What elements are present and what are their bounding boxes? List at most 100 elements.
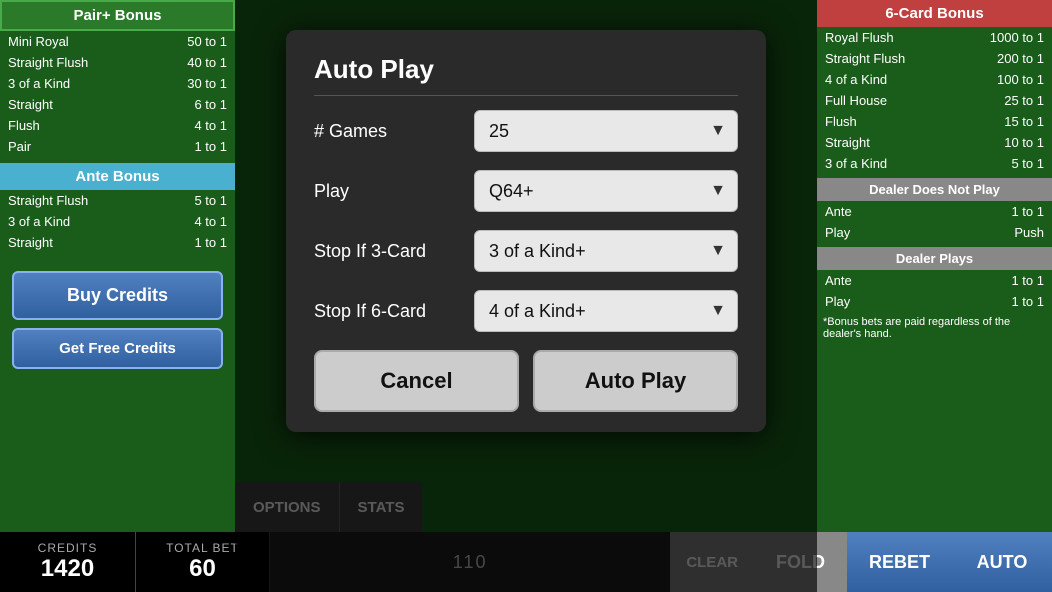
list-item: 3 of a Kind 5 to 1 bbox=[817, 153, 1052, 174]
list-item: Flush 4 to 1 bbox=[0, 115, 235, 136]
rebet-button[interactable]: REBET bbox=[847, 532, 952, 592]
list-item: Pair 1 to 1 bbox=[0, 136, 235, 157]
dealer-not-play-table: Ante 1 to 1 Play Push bbox=[817, 201, 1052, 243]
pair-bonus-table: Mini Royal 50 to 1 Straight Flush 40 to … bbox=[0, 31, 235, 157]
list-item: Straight 1 to 1 bbox=[0, 232, 235, 253]
payout-label: 200 to 1 bbox=[953, 48, 1052, 69]
play-select-wrapper: Q64+ Always Never ▼ bbox=[474, 170, 738, 212]
stop3-select[interactable]: Never Pair+ 3 of a Kind+ Straight+ bbox=[474, 230, 738, 272]
hand-label: Flush bbox=[817, 111, 953, 132]
play-select[interactable]: Q64+ Always Never bbox=[474, 170, 738, 212]
credits-display: CREDITS 1420 bbox=[0, 532, 136, 592]
hand-label: 3 of a Kind bbox=[0, 73, 149, 94]
list-item: Royal Flush 1000 to 1 bbox=[817, 27, 1052, 48]
six-card-bonus-table: Royal Flush 1000 to 1 Straight Flush 200… bbox=[817, 27, 1052, 174]
payout-label: Push bbox=[927, 222, 1052, 243]
stop3-label: Stop If 3-Card bbox=[314, 241, 474, 262]
right-panel: 6-Card Bonus Royal Flush 1000 to 1 Strai… bbox=[817, 0, 1052, 592]
hand-label: Royal Flush bbox=[817, 27, 953, 48]
autoplay-modal: Auto Play # Games 5 25 10 50 100 Infinit… bbox=[286, 30, 766, 432]
hand-label: 3 of a Kind bbox=[817, 153, 953, 174]
games-label: # Games bbox=[314, 121, 474, 142]
hand-label: Straight bbox=[0, 94, 149, 115]
payout-label: 100 to 1 bbox=[953, 69, 1052, 90]
hand-label: 3 of a Kind bbox=[0, 211, 156, 232]
autoplay-confirm-button[interactable]: Auto Play bbox=[533, 350, 738, 412]
hand-label: Full House bbox=[817, 90, 953, 111]
total-bet-label: TOTAL BET bbox=[166, 541, 239, 555]
list-item: Mini Royal 50 to 1 bbox=[0, 31, 235, 52]
ante-bonus-table: Straight Flush 5 to 1 3 of a Kind 4 to 1… bbox=[0, 190, 235, 253]
hand-label: Play bbox=[817, 222, 927, 243]
stop3-select-wrapper: Never Pair+ 3 of a Kind+ Straight+ ▼ bbox=[474, 230, 738, 272]
stop6-select[interactable]: Never 3 of a Kind+ 4 of a Kind+ Flush+ bbox=[474, 290, 738, 332]
hand-label: Ante bbox=[817, 270, 927, 291]
buy-credits-button[interactable]: Buy Credits bbox=[12, 271, 223, 320]
list-item: Straight Flush 40 to 1 bbox=[0, 52, 235, 73]
games-select-wrapper: 5 25 10 50 100 Infinite ▼ bbox=[474, 110, 738, 152]
hand-label: Mini Royal bbox=[0, 31, 149, 52]
payout-label: 1000 to 1 bbox=[953, 27, 1052, 48]
payout-label: 6 to 1 bbox=[149, 94, 235, 115]
list-item: Straight 6 to 1 bbox=[0, 94, 235, 115]
credits-label: CREDITS bbox=[38, 541, 98, 555]
list-item: Ante 1 to 1 bbox=[817, 270, 1052, 291]
games-row: # Games 5 25 10 50 100 Infinite ▼ bbox=[314, 110, 738, 152]
six-card-bonus-header: 6-Card Bonus bbox=[817, 0, 1052, 27]
hand-label: Straight Flush bbox=[0, 52, 149, 73]
games-select[interactable]: 5 25 10 50 100 Infinite bbox=[474, 110, 738, 152]
payout-label: 4 to 1 bbox=[149, 115, 235, 136]
payout-label: 5 to 1 bbox=[953, 153, 1052, 174]
payout-label: 50 to 1 bbox=[149, 31, 235, 52]
list-item: 3 of a Kind 4 to 1 bbox=[0, 211, 235, 232]
credits-value: 1420 bbox=[41, 555, 94, 583]
stop3-row: Stop If 3-Card Never Pair+ 3 of a Kind+ … bbox=[314, 230, 738, 272]
modal-title: Auto Play bbox=[314, 54, 738, 96]
list-item: Play 1 to 1 bbox=[817, 291, 1052, 312]
hand-label: Pair bbox=[0, 136, 149, 157]
hand-label: Ante bbox=[817, 201, 927, 222]
payout-label: 1 to 1 bbox=[156, 232, 235, 253]
hand-label: Flush bbox=[0, 115, 149, 136]
payout-label: 10 to 1 bbox=[953, 132, 1052, 153]
dealer-note: *Bonus bets are paid regardless of the d… bbox=[817, 312, 1052, 344]
hand-label: 4 of a Kind bbox=[817, 69, 953, 90]
payout-label: 1 to 1 bbox=[927, 201, 1052, 222]
list-item: 3 of a Kind 30 to 1 bbox=[0, 73, 235, 94]
dealer-plays-header: Dealer Plays bbox=[817, 247, 1052, 270]
payout-label: 25 to 1 bbox=[953, 90, 1052, 111]
payout-label: 15 to 1 bbox=[953, 111, 1052, 132]
left-panel: Pair+ Bonus Mini Royal 50 to 1 Straight … bbox=[0, 0, 235, 592]
list-item: Straight Flush 5 to 1 bbox=[0, 190, 235, 211]
payout-label: 5 to 1 bbox=[156, 190, 235, 211]
hand-label: Straight Flush bbox=[817, 48, 953, 69]
stop6-label: Stop If 6-Card bbox=[314, 301, 474, 322]
dealer-plays-table: Ante 1 to 1 Play 1 to 1 bbox=[817, 270, 1052, 312]
modal-buttons: Cancel Auto Play bbox=[314, 350, 738, 412]
payout-label: 1 to 1 bbox=[149, 136, 235, 157]
cancel-button[interactable]: Cancel bbox=[314, 350, 519, 412]
payout-label: 1 to 1 bbox=[927, 291, 1052, 312]
total-bet-value: 60 bbox=[189, 555, 216, 583]
hand-label: Play bbox=[817, 291, 927, 312]
stop6-select-wrapper: Never 3 of a Kind+ 4 of a Kind+ Flush+ ▼ bbox=[474, 290, 738, 332]
hand-label: Straight Flush bbox=[0, 190, 156, 211]
get-free-credits-button[interactable]: Get Free Credits bbox=[12, 328, 223, 369]
pair-bonus-header: Pair+ Bonus bbox=[0, 0, 235, 31]
list-item: 4 of a Kind 100 to 1 bbox=[817, 69, 1052, 90]
payout-label: 40 to 1 bbox=[149, 52, 235, 73]
ante-bonus-header: Ante Bonus bbox=[0, 163, 235, 190]
payout-label: 4 to 1 bbox=[156, 211, 235, 232]
dealer-not-play-header: Dealer Does Not Play bbox=[817, 178, 1052, 201]
payout-label: 30 to 1 bbox=[149, 73, 235, 94]
stop6-row: Stop If 6-Card Never 3 of a Kind+ 4 of a… bbox=[314, 290, 738, 332]
auto-button[interactable]: AUTO bbox=[952, 532, 1052, 592]
hand-label: Straight bbox=[0, 232, 156, 253]
hand-label: Straight bbox=[817, 132, 953, 153]
play-label: Play bbox=[314, 181, 474, 202]
list-item: Flush 15 to 1 bbox=[817, 111, 1052, 132]
list-item: Straight Flush 200 to 1 bbox=[817, 48, 1052, 69]
list-item: Straight 10 to 1 bbox=[817, 132, 1052, 153]
list-item: Full House 25 to 1 bbox=[817, 90, 1052, 111]
list-item: Play Push bbox=[817, 222, 1052, 243]
